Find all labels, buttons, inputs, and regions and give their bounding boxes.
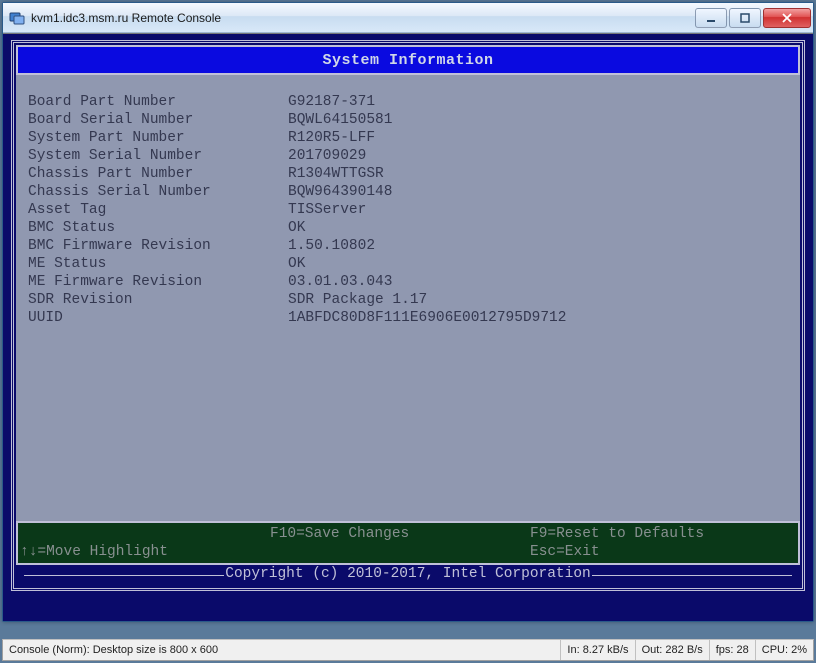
info-row: Board Serial NumberBQWL64150581 [28, 111, 788, 129]
status-net-in: In: 8.27 kB/s [561, 640, 635, 660]
window-title: kvm1.idc3.msm.ru Remote Console [31, 11, 693, 25]
close-icon [782, 13, 792, 23]
status-cpu: CPU: 2% [756, 640, 813, 660]
info-value: OK [288, 255, 788, 273]
info-label: Asset Tag [28, 201, 288, 219]
info-value: 201709029 [288, 147, 788, 165]
hotkey-cell: F9=Reset to Defaults [530, 526, 796, 542]
info-row: Chassis Part NumberR1304WTTGSR [28, 165, 788, 183]
minimize-icon [706, 13, 716, 23]
window-titlebar[interactable]: kvm1.idc3.msm.ru Remote Console [3, 3, 813, 33]
info-value: R120R5-LFF [288, 129, 788, 147]
info-value: 1.50.10802 [288, 237, 788, 255]
hotkey-cell: ↑↓=Move Highlight [20, 544, 270, 560]
info-row: ME StatusOK [28, 255, 788, 273]
info-row: SDR RevisionSDR Package 1.17 [28, 291, 788, 309]
info-label: BMC Firmware Revision [28, 237, 288, 255]
hotkey-cell: Esc=Exit [530, 544, 796, 560]
hotkey-row: F10=Save Changes F9=Reset to Defaults [20, 525, 796, 543]
info-value: OK [288, 219, 788, 237]
info-value: SDR Package 1.17 [288, 291, 788, 309]
info-label: Board Serial Number [28, 111, 288, 129]
status-net-out: Out: 282 B/s [636, 640, 710, 660]
info-row: BMC StatusOK [28, 219, 788, 237]
info-value: BQWL64150581 [288, 111, 788, 129]
window-controls [693, 8, 811, 28]
info-row: BMC Firmware Revision1.50.10802 [28, 237, 788, 255]
maximize-button[interactable] [729, 8, 761, 28]
remote-console-window: kvm1.idc3.msm.ru Remote Console System I… [2, 2, 814, 622]
close-button[interactable] [763, 8, 811, 28]
bios-screen: System Information Board Part NumberG921… [11, 40, 805, 591]
info-value: BQW964390148 [288, 183, 788, 201]
info-label: Chassis Serial Number [28, 183, 288, 201]
bios-info-panel: Board Part NumberG92187-371Board Serial … [16, 75, 800, 521]
info-label: ME Status [28, 255, 288, 273]
info-label: System Part Number [28, 129, 288, 147]
info-row: UUID1ABFDC80D8F111E6906E0012795D9712 [28, 309, 788, 327]
info-row: Chassis Serial NumberBQW964390148 [28, 183, 788, 201]
info-label: System Serial Number [28, 147, 288, 165]
info-label: UUID [28, 309, 288, 327]
kvm-console-viewport[interactable]: System Information Board Part NumberG921… [3, 33, 813, 621]
bios-hotkey-bar: F10=Save Changes F9=Reset to Defaults ↑↓… [16, 521, 800, 565]
info-label: SDR Revision [28, 291, 288, 309]
info-value: G92187-371 [288, 93, 788, 111]
info-label: BMC Status [28, 219, 288, 237]
info-value: R1304WTTGSR [288, 165, 788, 183]
info-row: System Part NumberR120R5-LFF [28, 129, 788, 147]
info-value: 1ABFDC80D8F111E6906E0012795D9712 [288, 309, 788, 327]
info-row: Board Part NumberG92187-371 [28, 93, 788, 111]
minimize-button[interactable] [695, 8, 727, 28]
info-label: Chassis Part Number [28, 165, 288, 183]
app-icon [9, 10, 25, 26]
hotkey-cell: F10=Save Changes [270, 526, 530, 542]
status-fps: fps: 28 [710, 640, 756, 660]
bios-copyright: Copyright (c) 2010-2017, Intel Corporati… [16, 566, 800, 586]
bios-header-title: System Information [322, 52, 493, 69]
status-desktop-size: Console (Norm): Desktop size is 800 x 60… [3, 640, 561, 660]
info-label: Board Part Number [28, 93, 288, 111]
info-row: Asset TagTISServer [28, 201, 788, 219]
status-bar: Console (Norm): Desktop size is 800 x 60… [2, 639, 814, 661]
bios-header: System Information [16, 45, 800, 75]
info-label: ME Firmware Revision [28, 273, 288, 291]
info-value: 03.01.03.043 [288, 273, 788, 291]
info-row: ME Firmware Revision03.01.03.043 [28, 273, 788, 291]
info-row: System Serial Number201709029 [28, 147, 788, 165]
hotkey-row: ↑↓=Move Highlight Esc=Exit [20, 543, 796, 561]
info-value: TISServer [288, 201, 788, 219]
maximize-icon [740, 13, 750, 23]
